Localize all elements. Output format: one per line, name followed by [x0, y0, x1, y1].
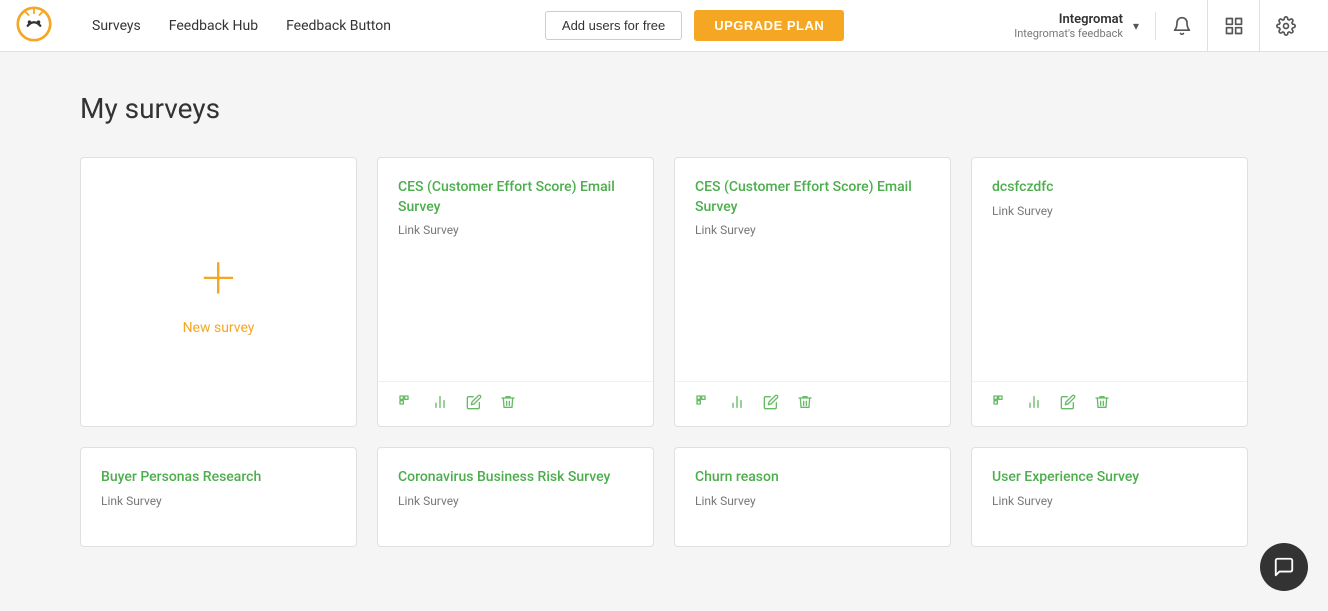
- survey-card-title[interactable]: Coronavirus Business Risk Survey: [398, 468, 633, 488]
- edit-icon[interactable]: [466, 394, 482, 414]
- page-title: My surveys: [80, 92, 1248, 125]
- survey-card-body: CES (Customer Effort Score) Email Survey…: [378, 158, 653, 381]
- header-right: Integromat Integromat's feedback ▾: [998, 0, 1312, 52]
- chevron-down-icon: ▾: [1133, 19, 1139, 33]
- survey-card-dcsfczdfc: dcsfczdfc Link Survey: [971, 157, 1248, 427]
- survey-card-footer: [972, 381, 1247, 426]
- preview-icon[interactable]: [695, 394, 711, 414]
- survey-card-type: Link Survey: [695, 494, 930, 508]
- user-info[interactable]: Integromat Integromat's feedback ▾: [998, 12, 1156, 40]
- settings-button[interactable]: [1260, 0, 1312, 52]
- stats-icon[interactable]: [1026, 394, 1042, 414]
- delete-icon[interactable]: [500, 394, 516, 414]
- user-name: Integromat: [1014, 12, 1123, 27]
- user-subtitle: Integromat's feedback: [1014, 27, 1123, 40]
- survey-card-body: CES (Customer Effort Score) Email Survey…: [675, 158, 950, 381]
- survey-card-buyer: Buyer Personas Research Link Survey: [80, 447, 357, 547]
- user-info-text: Integromat Integromat's feedback: [1014, 12, 1123, 40]
- main-content: My surveys + New survey CES (Customer Ef…: [0, 52, 1328, 587]
- survey-card-ux: User Experience Survey Link Survey: [971, 447, 1248, 547]
- delete-icon[interactable]: [797, 394, 813, 414]
- survey-card-ces2: CES (Customer Effort Score) Email Survey…: [674, 157, 951, 427]
- main-nav: Surveys Feedback Hub Feedback Button: [92, 18, 391, 34]
- upgrade-button[interactable]: UPGRADE PLAN: [694, 10, 844, 41]
- survey-card-footer: [378, 381, 653, 426]
- nav-surveys[interactable]: Surveys: [92, 18, 141, 34]
- chat-widget[interactable]: [1260, 543, 1308, 591]
- survey-card-coronavirus: Coronavirus Business Risk Survey Link Su…: [377, 447, 654, 547]
- survey-card-type: Link Survey: [992, 204, 1227, 218]
- survey-card-title[interactable]: dcsfczdfc: [992, 178, 1227, 198]
- edit-icon[interactable]: [763, 394, 779, 414]
- survey-card-title[interactable]: CES (Customer Effort Score) Email Survey: [398, 178, 633, 217]
- new-survey-plus-icon: +: [202, 248, 236, 308]
- notifications-button[interactable]: [1156, 0, 1208, 52]
- bookmark-button[interactable]: [1208, 0, 1260, 52]
- edit-icon[interactable]: [1060, 394, 1076, 414]
- nav-feedback-button[interactable]: Feedback Button: [286, 18, 391, 34]
- survey-card-type: Link Survey: [398, 223, 633, 237]
- survey-grid-bottom: Buyer Personas Research Link Survey Coro…: [80, 447, 1248, 547]
- survey-card-footer: [675, 381, 950, 426]
- survey-grid: + New survey CES (Customer Effort Score)…: [80, 157, 1248, 427]
- survey-card-title[interactable]: Buyer Personas Research: [101, 468, 336, 488]
- new-survey-card[interactable]: + New survey: [80, 157, 357, 427]
- survey-card-title[interactable]: CES (Customer Effort Score) Email Survey: [695, 178, 930, 217]
- logo[interactable]: [16, 6, 72, 46]
- survey-card-type: Link Survey: [398, 494, 633, 508]
- header: Surveys Feedback Hub Feedback Button Add…: [0, 0, 1328, 52]
- stats-icon[interactable]: [432, 394, 448, 414]
- add-users-button[interactable]: Add users for free: [545, 11, 682, 40]
- survey-card-title[interactable]: User Experience Survey: [992, 468, 1227, 488]
- survey-card-type: Link Survey: [992, 494, 1227, 508]
- preview-icon[interactable]: [398, 394, 414, 414]
- header-center: Add users for free UPGRADE PLAN: [391, 10, 998, 41]
- preview-icon[interactable]: [992, 394, 1008, 414]
- delete-icon[interactable]: [1094, 394, 1110, 414]
- stats-icon[interactable]: [729, 394, 745, 414]
- survey-card-type: Link Survey: [101, 494, 336, 508]
- survey-card-ces1: CES (Customer Effort Score) Email Survey…: [377, 157, 654, 427]
- survey-card-body: dcsfczdfc Link Survey: [972, 158, 1247, 381]
- survey-card-churn: Churn reason Link Survey: [674, 447, 951, 547]
- survey-card-title[interactable]: Churn reason: [695, 468, 930, 488]
- nav-feedback-hub[interactable]: Feedback Hub: [169, 18, 258, 34]
- new-survey-label: New survey: [183, 320, 255, 336]
- survey-card-type: Link Survey: [695, 223, 930, 237]
